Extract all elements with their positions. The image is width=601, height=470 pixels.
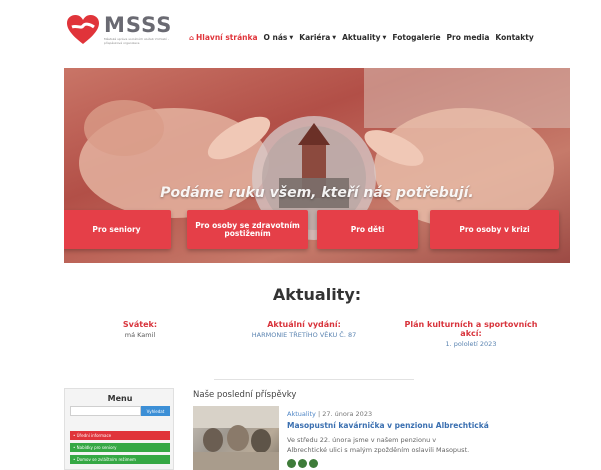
main-nav: ⌂ Hlavní stránka O nás ▼ Kariéra ▼ Aktua…: [189, 33, 534, 42]
post-thumbnail[interactable]: [193, 406, 279, 470]
aktualni-vydani-column: Aktuální vydání: HARMONIE TŘETÍHO VĚKU Č…: [234, 320, 374, 339]
nav-item-label: O nás: [263, 33, 288, 42]
post-date: 27. února 2023: [322, 410, 373, 418]
nav-item-home[interactable]: ⌂ Hlavní stránka: [189, 33, 258, 42]
post-photo: [193, 406, 279, 470]
svatek-value: má Kamil: [124, 331, 156, 339]
aktualni-vydani-heading: Aktuální vydání:: [267, 320, 341, 329]
search-input[interactable]: [70, 406, 141, 416]
social-share-icons: [287, 459, 318, 468]
share-icon[interactable]: [287, 459, 296, 468]
posts-title: Naše poslední příspěvky: [193, 390, 297, 400]
plan-akci-link[interactable]: 1. pololetí 2023: [396, 340, 546, 348]
home-icon: ⌂: [189, 33, 195, 42]
menu-item-official-info[interactable]: • Úřední informace: [70, 431, 170, 440]
chevron-down-icon: ▼: [382, 34, 387, 41]
nav-item-label: Fotogalerie: [392, 33, 441, 42]
main-content: Aktuality: Svátek: má Kamil Aktuální vyd…: [64, 263, 570, 470]
nav-item-label: Pro media: [446, 33, 490, 42]
share-icon[interactable]: [298, 459, 307, 468]
nav-item-contacts[interactable]: Kontakty: [495, 33, 533, 42]
pro-seniory-button[interactable]: Pro seniory: [64, 210, 171, 249]
nav-item-gallery[interactable]: Fotogalerie: [392, 33, 440, 42]
post-title[interactable]: Masopustní kavárnička v penzionu Albrech…: [287, 421, 489, 430]
nav-item-label: Kontakty: [495, 33, 534, 42]
pro-osoby-v-krizi-button[interactable]: Pro osoby v krizi: [430, 210, 559, 249]
post-excerpt-line: Albrechtické ulici s malým zpožděním osl…: [287, 446, 470, 454]
heart-logo-icon: [67, 15, 99, 44]
pro-deti-button[interactable]: Pro děti: [317, 210, 418, 249]
svatek-column: Svátek: má Kamil: [100, 320, 180, 339]
aktuality-title: Aktuality:: [272, 285, 362, 304]
plan-akci-heading: Plán kulturních a sportovních akcí:: [404, 320, 538, 338]
post-meta: Aktuality | 27. února 2023: [287, 410, 372, 418]
search-button[interactable]: Vyhledat: [141, 406, 170, 416]
sidebar-menu: Menu Vyhledat • Úřední informace • Nabíd…: [64, 388, 174, 470]
plan-akci-column: Plán kulturních a sportovních akcí: 1. p…: [396, 320, 546, 348]
svatek-heading: Svátek:: [122, 320, 158, 329]
post-category[interactable]: Aktuality: [287, 410, 316, 418]
post-excerpt-line: Ve středu 22. února jsme v našem penzion…: [287, 436, 437, 444]
chevron-down-icon: ▼: [289, 34, 294, 41]
logo-subtitle: Městská správa sociálních služeb Vrchlab…: [104, 37, 169, 45]
nav-item-career[interactable]: Kariéra ▼: [299, 33, 336, 42]
hero-slogan: Podáme ruku všem, kteří nás potřebují.: [160, 185, 474, 201]
nav-item-news[interactable]: Aktuality ▼: [342, 33, 386, 42]
section-divider: [214, 379, 414, 380]
menu-title: Menu: [107, 394, 133, 403]
post-excerpt: Ve středu 22. února jsme v našem penzion…: [287, 435, 487, 455]
pro-osoby-se-zdravotnim-postizenim-button[interactable]: Pro osoby se zdravotním postižením: [187, 210, 308, 249]
aktualni-vydani-link[interactable]: HARMONIE TŘETÍHO VĚKU Č. 87: [234, 331, 374, 339]
nav-item-label: Hlavní stránka: [196, 33, 258, 42]
hero-banner: Podáme ruku všem, kteří nás potřebují. P…: [64, 68, 570, 263]
nav-item-label: Kariéra: [299, 33, 331, 42]
menu-item-senior-offers[interactable]: • Nabídky pro seniory: [70, 443, 170, 452]
logo-text: MSSS: [104, 13, 173, 37]
nav-item-media[interactable]: Pro media: [447, 33, 490, 42]
share-icon[interactable]: [309, 459, 318, 468]
menu-item-special-home[interactable]: • Domov se zvláštním režimem: [70, 455, 170, 464]
nav-item-label: Aktuality: [342, 33, 381, 42]
site-header: MSSS Městská správa sociálních služeb Vr…: [0, 0, 601, 68]
site-logo[interactable]: MSSS Městská správa sociálních služeb Vr…: [66, 13, 180, 53]
chevron-down-icon: ▼: [332, 34, 337, 41]
nav-item-about[interactable]: O nás ▼: [264, 33, 294, 42]
